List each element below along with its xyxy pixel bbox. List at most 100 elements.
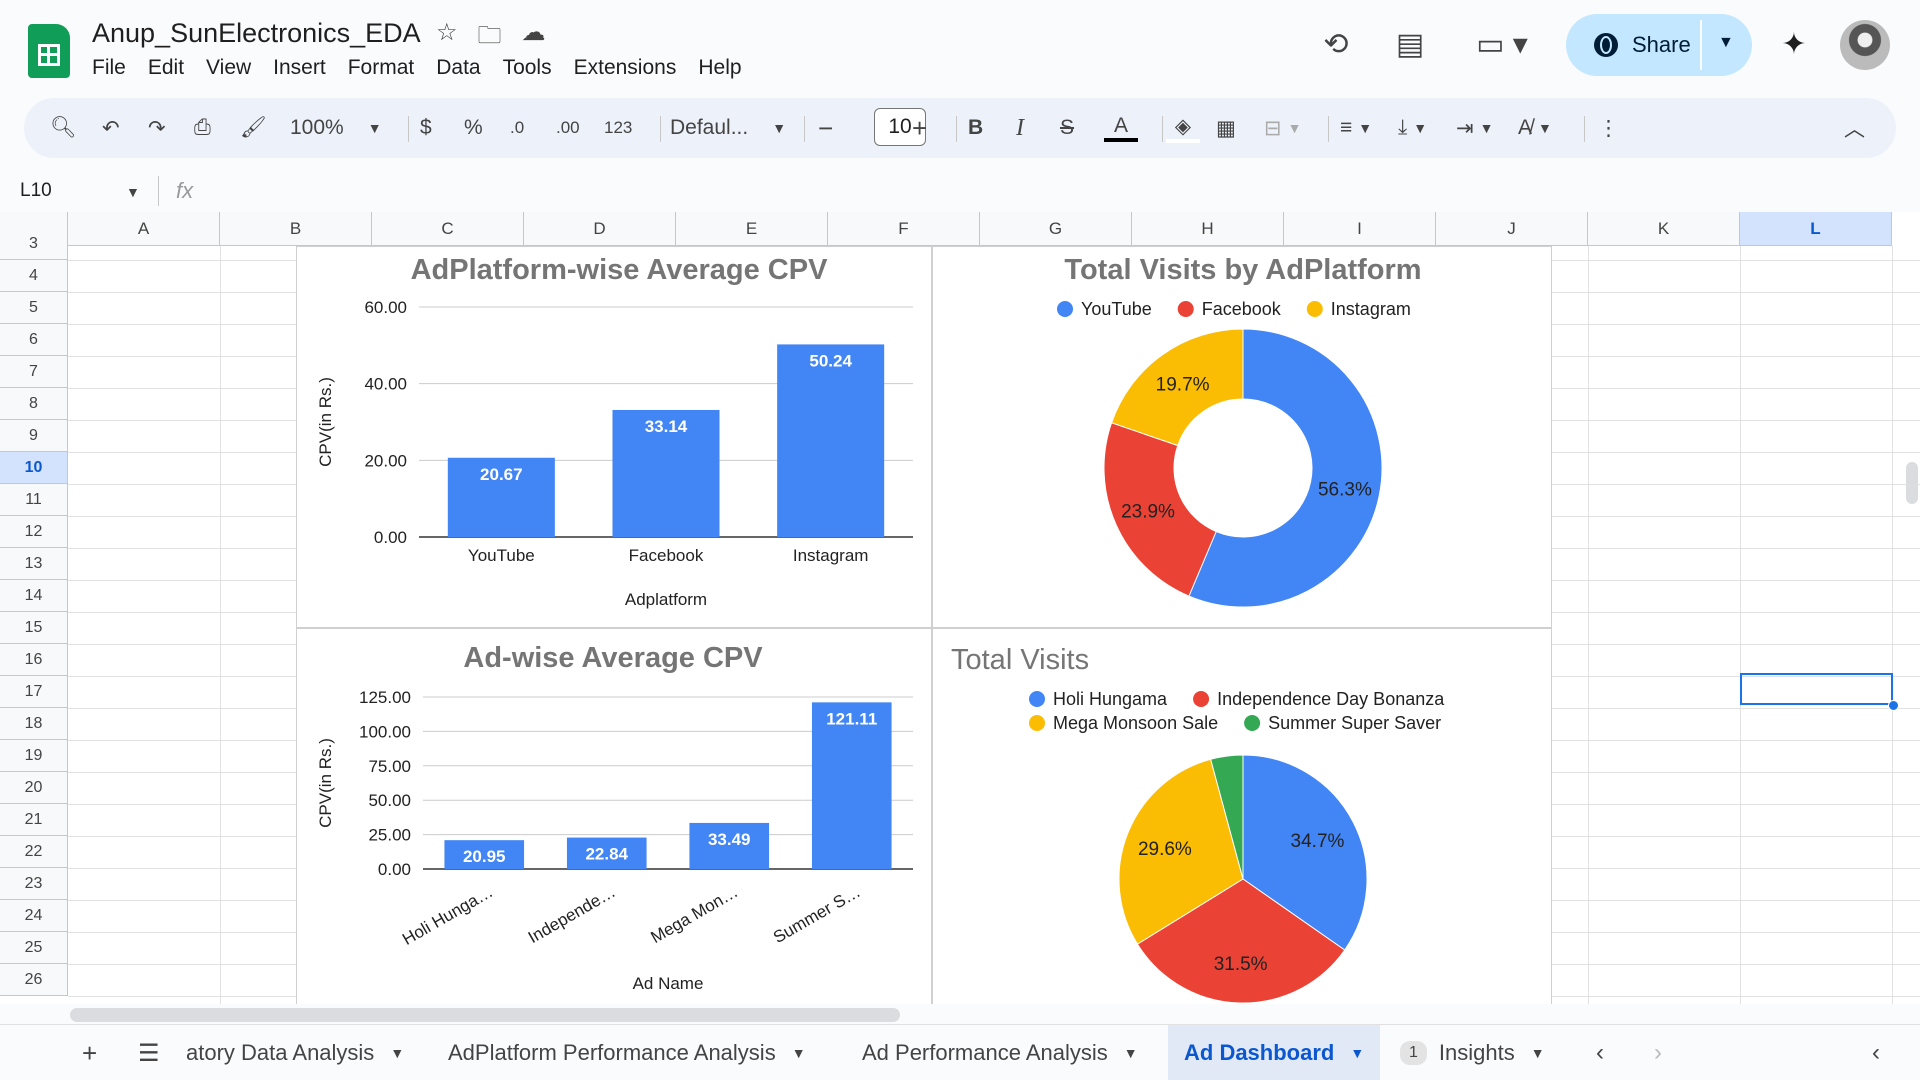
text-rotation-icon[interactable]: A̸ ▼ [1518,98,1552,158]
search-menus-icon[interactable]: 🔍︎ [50,98,77,158]
column-header-i[interactable]: I [1284,212,1436,246]
scroll-tabs-right-icon[interactable]: › [1654,1025,1662,1080]
font-select[interactable]: Defaul... ▼ [670,98,786,158]
row-header-13[interactable]: 13 [0,548,68,580]
fill-handle[interactable] [1888,700,1899,711]
increase-decimal-button[interactable]: .00 [556,98,580,158]
format-currency-button[interactable]: $ [420,98,432,158]
column-header-a[interactable]: A [68,212,220,246]
increase-font-size-button[interactable]: + [912,98,927,158]
column-header-k[interactable]: K [1588,212,1740,246]
meet-camera-icon[interactable]: ▭ ▾ [1470,24,1534,64]
menu-edit[interactable]: Edit [148,56,184,80]
column-header-j[interactable]: J [1436,212,1588,246]
row-header-6[interactable]: 6 [0,324,68,356]
chart-platform-cpv[interactable]: AdPlatform-wise Average CPV 0.00 20.00 40.0… [296,246,932,628]
paint-format-icon[interactable]: 🖌︎ [240,98,267,158]
format-percent-button[interactable]: % [464,98,483,158]
row-header-8[interactable]: 8 [0,388,68,420]
bold-button[interactable]: B [968,98,983,158]
row-header-17[interactable]: 17 [0,676,68,708]
text-color-button[interactable]: A [1104,98,1138,158]
row-header-10[interactable]: 10 [0,452,68,484]
row-header-11[interactable]: 11 [0,484,68,516]
column-header-b[interactable]: B [220,212,372,246]
column-header-h[interactable]: H [1132,212,1284,246]
comments-icon[interactable]: ▤ [1390,24,1430,64]
row-header-16[interactable]: 16 [0,644,68,676]
sheet-grid[interactable]: ABCDEFGHIJKL 3 4 5 6 7 8 9 10 11 12 13 14 15 16 17 18 19… [0,212,1920,1004]
collapse-menus-icon[interactable]: ︿ [1844,98,1865,158]
menu-tools[interactable]: Tools [503,56,552,80]
merge-cells-icon[interactable]: ⊟ ▼ [1264,98,1301,158]
add-sheet-icon[interactable]: + [82,1025,97,1080]
horizontal-align-icon[interactable]: ≡ ▼ [1340,98,1372,158]
tab-exploratory-data-analysis[interactable]: atory Data Analysis ▼ [186,1025,404,1080]
row-header-24[interactable]: 24 [0,900,68,932]
chart-total-visits[interactable]: Total Visits Holi Hungama Independence Day… [932,628,1552,1004]
more-options-icon[interactable]: ⋮ [1598,98,1619,158]
selected-cell[interactable] [1740,673,1893,705]
gemini-sparkle-icon[interactable]: ✦ [1774,24,1814,64]
move-folder-icon[interactable]: 🗀 [478,18,502,59]
share-dropdown-icon[interactable]: ▼ [1718,34,1734,52]
row-header-4[interactable]: 4 [0,260,68,292]
row-header-12[interactable]: 12 [0,516,68,548]
menu-data[interactable]: Data [436,56,480,80]
column-header-e[interactable]: E [676,212,828,246]
version-history-icon[interactable]: ⟲ [1316,24,1356,64]
name-box[interactable]: L10 [20,180,52,202]
zoom-select[interactable]: 100% ▼ [290,98,382,158]
row-header-7[interactable]: 7 [0,356,68,388]
row-header-15[interactable]: 15 [0,612,68,644]
borders-icon[interactable]: ▦ [1216,98,1236,158]
italic-button[interactable]: I [1016,98,1024,158]
cloud-status-icon[interactable]: ☁ [522,18,546,59]
fill-color-button[interactable]: ◈ [1166,98,1200,158]
print-icon[interactable]: ⎙ [194,98,211,158]
row-header-18[interactable]: 18 [0,708,68,740]
menu-insert[interactable]: Insert [273,56,326,80]
text-wrapping-icon[interactable]: ⇥ ▼ [1456,98,1493,158]
redo-icon[interactable]: ↷ [148,98,166,158]
column-header-l[interactable]: L [1740,212,1892,246]
vertical-scrollbar[interactable] [1906,462,1918,504]
chart-visits-platform[interactable]: Total Visits by AdPlatform YouTube Faceboo… [932,246,1552,628]
column-header-d[interactable]: D [524,212,676,246]
sheets-logo-icon[interactable] [28,24,70,78]
explore-collapse-icon[interactable]: ‹ [1872,1025,1880,1080]
row-header-14[interactable]: 14 [0,580,68,612]
strikethrough-icon[interactable]: S [1060,98,1074,158]
vertical-align-icon[interactable]: ⤓ ▼ [1398,98,1427,158]
document-title[interactable]: Anup_SunElectronics_EDA [92,18,421,49]
row-header-25[interactable]: 25 [0,932,68,964]
row-header-19[interactable]: 19 [0,740,68,772]
chart-ad-cpv[interactable]: Ad-wise Average CPV 0.00 25.00 50.00 75.00 10… [296,628,932,1004]
undo-icon[interactable]: ↶ [102,98,120,158]
menu-extensions[interactable]: Extensions [574,56,677,80]
menu-file[interactable]: File [92,56,126,80]
row-header-23[interactable]: 23 [0,868,68,900]
menu-view[interactable]: View [206,56,251,80]
star-icon[interactable]: ☆ [436,18,458,59]
row-header-9[interactable]: 9 [0,420,68,452]
scroll-tabs-left-icon[interactable]: ‹ [1596,1025,1604,1080]
row-header-20[interactable]: 20 [0,772,68,804]
column-header-f[interactable]: F [828,212,980,246]
column-header-g[interactable]: G [980,212,1132,246]
column-header-c[interactable]: C [372,212,524,246]
menu-format[interactable]: Format [348,56,415,80]
menu-help[interactable]: Help [698,56,741,80]
share-button[interactable]: Share ▼ [1566,14,1752,76]
row-header-26[interactable]: 26 [0,964,68,996]
decrease-decimal-button[interactable]: .0 [510,98,524,158]
avatar[interactable] [1840,20,1890,70]
all-sheets-icon[interactable]: ☰ [138,1025,160,1080]
horizontal-scrollbar[interactable] [70,1008,900,1022]
row-header-21[interactable]: 21 [0,804,68,836]
tab-ad-dashboard[interactable]: Ad Dashboard ▼ [1168,1025,1381,1080]
tab-adplatform-performance-analysis[interactable]: AdPlatform Performance Analysis ▼ [448,1025,806,1080]
tab-ad-performance-analysis[interactable]: Ad Performance Analysis ▼ [862,1025,1138,1080]
row-header-22[interactable]: 22 [0,836,68,868]
more-formats-button[interactable]: 123 [604,98,632,158]
